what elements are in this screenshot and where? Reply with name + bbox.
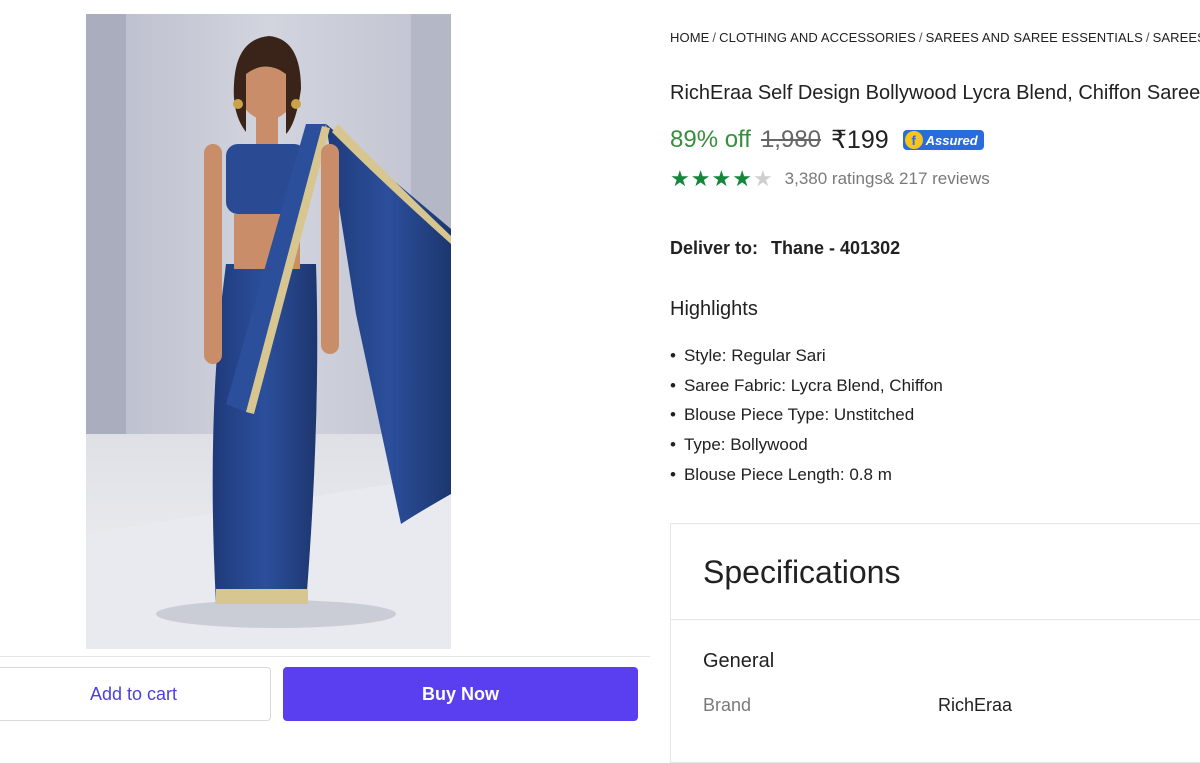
add-to-cart-button[interactable]: Add to cart	[0, 667, 271, 721]
highlight-item: Blouse Piece Type: Unstitched	[670, 403, 943, 433]
star-icon: ★	[670, 166, 690, 191]
delivery-location[interactable]: Thane - 401302	[771, 238, 900, 258]
spec-value: RichEraa	[938, 695, 1013, 715]
spec-key: Brand	[703, 695, 752, 715]
assured-badge: f Assured	[902, 130, 984, 150]
breadcrumb: HOME / CLOTHING AND ACCESSORIES / SAREES AND…	[670, 30, 1200, 45]
breadcrumb-clothing[interactable]: CLOTHING AND ACCESSORIES	[719, 30, 916, 45]
assured-label: Assured	[925, 132, 978, 148]
breadcrumb-home[interactable]: HOME	[670, 30, 709, 45]
breadcrumb-sarees-essentials[interactable]: SAREES AND SAREE ESSENTIALS	[926, 30, 1143, 45]
product-details: HOME / CLOTHING AND ACCESSORIES / SAREES AND…	[670, 0, 1200, 763]
highlight-item: Type: Bollywood	[670, 433, 943, 463]
breadcrumb-separator: /	[918, 30, 923, 45]
rating-row: ★ ★ ★ ★ ★ 3,380 ratings & 217 reviews	[670, 168, 990, 190]
flipkart-f-icon: f	[904, 131, 923, 149]
highlights-list: Style: Regular Sari Saree Fabric: Lycra …	[670, 344, 943, 492]
delivery-info: Deliver to: Thane - 401302	[670, 238, 900, 259]
reviews-count[interactable]: & 217 reviews	[883, 169, 990, 189]
breadcrumb-sarees[interactable]: SAREES	[1153, 30, 1200, 45]
breadcrumb-separator: /	[712, 30, 717, 45]
spec-section-general: General	[703, 650, 775, 672]
star-icon: ★	[690, 166, 711, 191]
specifications-panel: Specifications General Brand RichEraa	[670, 523, 1200, 763]
original-price: 1,980	[760, 126, 822, 153]
highlight-item: Style: Regular Sari	[670, 344, 943, 374]
star-icon: ★	[732, 166, 752, 191]
star-rating: ★ ★ ★ ★ ★	[670, 168, 773, 190]
action-bar: Add to cart Buy Now	[0, 656, 650, 729]
highlight-item: Saree Fabric: Lycra Blend, Chiffon	[670, 374, 943, 404]
discount-label: 89% off	[670, 126, 751, 153]
product-title: RichEraa Self Design Bollywood Lycra Ble…	[670, 82, 1200, 104]
highlight-item: Blouse Piece Length: 0.8 m	[670, 463, 943, 493]
deliver-label: Deliver to:	[670, 238, 759, 258]
specifications-title: Specifications	[703, 554, 901, 590]
star-icon: ★	[711, 166, 732, 191]
product-image[interactable]	[86, 14, 451, 649]
price-row: 89% off 1,980 ₹199 f Assured	[670, 125, 984, 155]
ratings-count[interactable]: 3,380 ratings	[785, 169, 883, 189]
divider	[671, 619, 1200, 620]
selling-price: ₹199	[831, 126, 889, 154]
saree-model-illustration	[86, 14, 451, 649]
buy-now-button[interactable]: Buy Now	[283, 667, 638, 721]
highlights-heading: Highlights	[670, 298, 758, 320]
star-icon: ★	[752, 166, 773, 191]
breadcrumb-separator: /	[1145, 30, 1150, 45]
